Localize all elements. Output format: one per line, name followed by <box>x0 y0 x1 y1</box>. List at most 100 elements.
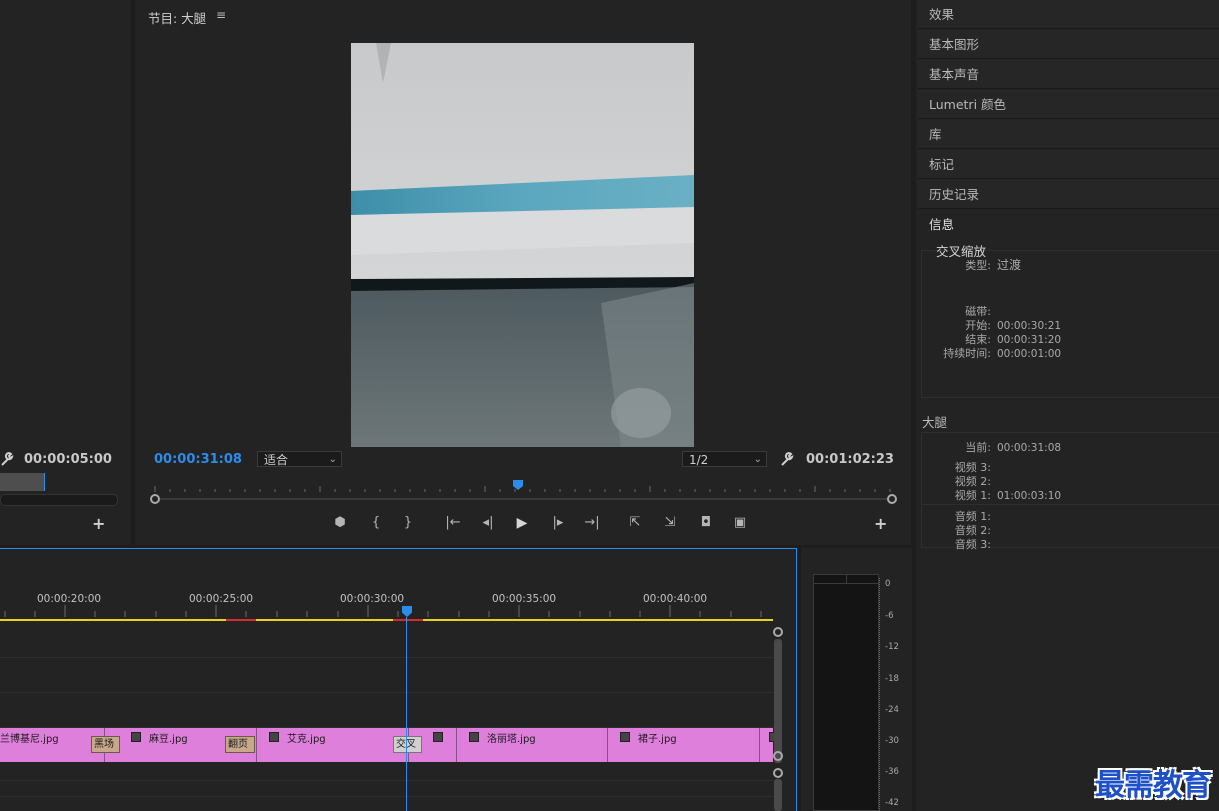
info-type-row: 类型: 过渡 <box>921 258 1021 272</box>
timeline-panel <box>0 548 797 811</box>
info-start-row: 开始: 00:00:30:21 <box>921 319 1061 333</box>
resolution-select[interactable]: 1/2 ⌄ <box>682 451 767 467</box>
ruler-label-30s: 00:00:30:00 <box>340 593 405 605</box>
settings-wrench-icon[interactable] <box>780 451 794 467</box>
ruler-label-40s: 00:00:40:00 <box>643 593 708 605</box>
info-a2-key: 音频 2: <box>954 524 991 537</box>
clip-skirt[interactable]: 裙子.jpg <box>607 728 759 762</box>
program-monitor-title[interactable]: 节目: 大腿 <box>148 8 206 27</box>
timeline-playhead-line <box>406 617 407 811</box>
info-a1-row: 音频 1: <box>921 510 991 524</box>
transition-cross-zoom[interactable]: 交叉 <box>393 736 422 753</box>
info-duration-row: 持续时间: 00:00:01:00 <box>921 347 1061 361</box>
info-a1-key: 音频 1: <box>954 510 991 523</box>
audio-meter <box>813 574 879 811</box>
go-to-in-button[interactable]: |← <box>443 514 463 532</box>
program-time-ruler[interactable] <box>150 480 898 494</box>
source-wrench-icon[interactable] <box>0 451 14 467</box>
source-add-button[interactable]: + <box>92 514 105 533</box>
info-current-key: 当前: <box>965 441 991 454</box>
compare-view-button[interactable]: ▣ <box>730 514 750 532</box>
play-button[interactable]: ▶ <box>512 514 532 532</box>
clip-label: 裙子.jpg <box>638 734 677 745</box>
step-back-button[interactable]: ◂| <box>478 514 498 532</box>
meter-label: -36 <box>885 767 899 777</box>
work-area-bar[interactable] <box>0 619 773 621</box>
info-seq-divider <box>921 504 1219 505</box>
info-end-key: 结束: <box>965 333 991 346</box>
image-clip-icon <box>269 732 279 742</box>
info-v3-row: 视频 3: <box>921 461 991 475</box>
info-v2-key: 视频 2: <box>954 475 991 488</box>
panel-history[interactable]: 历史记录 <box>918 180 1219 209</box>
clip-partial[interactable] <box>759 728 779 762</box>
timeline-ruler[interactable] <box>0 605 773 617</box>
chevron-down-icon: ⌄ <box>753 454 762 465</box>
meter-label: -12 <box>885 642 899 652</box>
image-clip-icon <box>620 732 630 742</box>
image-clip-icon <box>433 732 443 742</box>
add-marker-button[interactable]: ⬢ <box>330 514 350 532</box>
meter-label: 0 <box>885 579 891 589</box>
info-sequence-name: 大腿 <box>922 415 948 430</box>
program-add-button[interactable]: + <box>874 514 887 533</box>
program-duration-timecode: 00:01:02:23 <box>806 452 894 467</box>
meter-label: -18 <box>885 674 899 684</box>
audio-meter-scale <box>879 578 884 811</box>
clip-lolita[interactable]: 洛丽塔.jpg <box>456 728 607 762</box>
transition-black[interactable]: 黑场 <box>91 736 120 753</box>
panel-menu-icon[interactable]: ≡ <box>216 8 226 22</box>
panel-essential-sound[interactable]: 基本声音 <box>918 60 1219 89</box>
ruler-label-35s: 00:00:35:00 <box>492 593 557 605</box>
mark-in-button[interactable]: { <box>366 514 386 532</box>
panel-essential-graphics[interactable]: 基本图形 <box>918 30 1219 59</box>
transition-page-turn[interactable]: 翻页 <box>225 736 255 753</box>
source-zoom-bar[interactable] <box>0 494 118 506</box>
export-frame-icon[interactable]: ◘ <box>696 514 716 532</box>
panel-markers[interactable]: 标记 <box>918 150 1219 179</box>
clip-label: 艾克.jpg <box>287 734 326 745</box>
ruler-label-25s: 00:00:25:00 <box>189 593 254 605</box>
info-v1-value: 01:00:03:10 <box>997 490 1062 502</box>
info-a3-key: 音频 3: <box>954 538 991 551</box>
clip-aike[interactable]: 艾克.jpg <box>256 728 408 762</box>
step-forward-button[interactable]: |▸ <box>548 514 568 532</box>
program-current-timecode[interactable]: 00:00:31:08 <box>154 452 242 467</box>
info-current-value: 00:00:31:08 <box>997 442 1062 454</box>
info-start-value: 00:00:30:21 <box>997 320 1062 332</box>
chevron-down-icon: ⌄ <box>328 454 337 465</box>
go-to-out-button[interactable]: →| <box>582 514 602 532</box>
info-v1-key: 视频 1: <box>954 489 991 502</box>
zoom-select[interactable]: 适合 ⌄ <box>257 451 342 467</box>
mark-out-button[interactable]: } <box>398 514 418 532</box>
extract-button[interactable]: ⇲ <box>660 514 680 532</box>
panel-effects[interactable]: 效果 <box>918 0 1219 29</box>
image-clip-icon <box>131 732 141 742</box>
track-divider <box>0 657 773 658</box>
info-a3-row: 音频 3: <box>921 538 991 552</box>
program-zoom-bar[interactable] <box>150 494 897 504</box>
panel-lumetri-color[interactable]: Lumetri 颜色 <box>918 90 1219 119</box>
clip-lamborghini[interactable]: 兰博基尼.jpg <box>0 728 104 762</box>
info-current-row: 当前: 00:00:31:08 <box>921 441 1061 455</box>
info-a2-row: 音频 2: <box>921 524 991 538</box>
info-type-key: 类型: <box>965 259 991 272</box>
info-end-value: 00:00:31:20 <box>997 334 1062 346</box>
track-divider <box>0 692 773 693</box>
source-timecode: 00:00:05:00 <box>24 452 112 467</box>
source-scrub-bar[interactable] <box>0 473 45 491</box>
info-tape-key: 磁带: <box>965 305 991 318</box>
clip-label: 兰博基尼.jpg <box>0 734 59 745</box>
info-duration-value: 00:00:01:00 <box>997 348 1062 360</box>
lift-button[interactable]: ⇱ <box>625 514 645 532</box>
panel-libraries[interactable]: 库 <box>918 120 1219 149</box>
panel-info[interactable]: 信息 <box>918 210 1219 239</box>
timeline-vscroll[interactable] <box>773 627 783 811</box>
zoom-select-value: 适合 <box>264 453 289 467</box>
watermark: 最需教育 <box>1095 768 1212 803</box>
video-preview <box>351 43 694 447</box>
image-clip-icon <box>469 732 479 742</box>
info-type-value: 过渡 <box>997 258 1022 272</box>
meter-label: -24 <box>885 705 899 715</box>
meter-label: -30 <box>885 736 899 746</box>
